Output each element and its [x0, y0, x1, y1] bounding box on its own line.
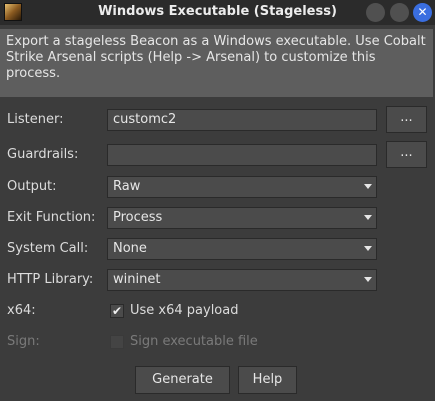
- http-library-label: HTTP Library:: [7, 272, 94, 287]
- listener-field[interactable]: customc2: [107, 109, 377, 131]
- exit-function-select[interactable]: Process: [107, 207, 377, 229]
- help-button[interactable]: Help: [238, 366, 297, 394]
- checkmark-icon: ✔: [111, 304, 123, 318]
- export-dialog: Windows Executable (Stageless) ✕ Export …: [0, 0, 435, 401]
- sign-checkbox-label: Sign executable file: [130, 334, 258, 349]
- x64-label: x64:: [7, 303, 36, 318]
- output-label: Output:: [7, 179, 57, 194]
- guardrails-field[interactable]: [107, 144, 377, 166]
- output-select[interactable]: Raw: [107, 176, 377, 198]
- output-select-value: Raw: [113, 179, 141, 194]
- guardrails-label: Guardrails:: [7, 147, 79, 162]
- http-library-select-value: wininet: [113, 272, 161, 287]
- chevron-down-icon: [364, 246, 372, 251]
- description-text: Export a stageless Beacon as a Windows e…: [0, 29, 433, 97]
- title-bar[interactable]: Windows Executable (Stageless) ✕: [0, 0, 435, 25]
- minimize-button[interactable]: [366, 3, 385, 22]
- listener-label: Listener:: [7, 112, 64, 127]
- generate-button[interactable]: Generate: [135, 366, 230, 394]
- maximize-button[interactable]: [390, 3, 409, 22]
- sign-label: Sign:: [7, 334, 40, 349]
- http-library-select[interactable]: wininet: [107, 269, 377, 291]
- x64-checkbox-label[interactable]: Use x64 payload: [130, 303, 238, 318]
- x64-checkbox[interactable]: ✔: [110, 304, 124, 318]
- close-button[interactable]: ✕: [413, 3, 432, 22]
- exit-function-label: Exit Function:: [7, 210, 96, 225]
- guardrails-browse-button[interactable]: ...: [386, 141, 427, 168]
- system-call-select[interactable]: None: [107, 238, 377, 260]
- sign-checkbox: [110, 335, 124, 349]
- system-call-label: System Call:: [7, 241, 89, 256]
- chevron-down-icon: [364, 215, 372, 220]
- close-icon: ✕: [417, 5, 428, 19]
- system-call-select-value: None: [113, 241, 147, 256]
- listener-browse-button[interactable]: ...: [386, 106, 427, 133]
- chevron-down-icon: [364, 184, 372, 189]
- exit-function-select-value: Process: [113, 210, 163, 225]
- chevron-down-icon: [364, 277, 372, 282]
